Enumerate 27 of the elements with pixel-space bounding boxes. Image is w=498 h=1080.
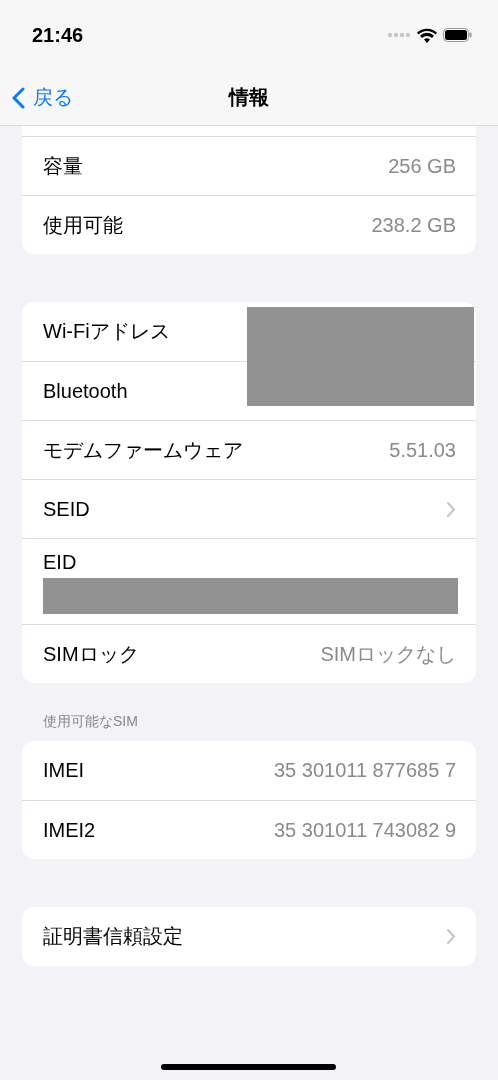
chevron-icon <box>446 500 456 518</box>
chevron-icon <box>446 928 456 945</box>
battery-icon <box>443 28 472 42</box>
row-value: 238.2 GB <box>371 213 456 237</box>
back-button[interactable]: 戻る <box>0 84 73 111</box>
row-label: Wi-Fiアドレス <box>43 319 170 344</box>
row-label: 使用可能 <box>43 212 123 238</box>
nav-title: 情報 <box>229 85 269 110</box>
row-value: 35 301011 743082 9 <box>273 818 456 842</box>
row-value: 5.51.03 <box>389 438 456 462</box>
settings-row[interactable]: SEID <box>22 479 476 538</box>
row-value: 35 301011 877685 7 <box>273 759 456 782</box>
row-label: SIMロック <box>43 641 139 667</box>
row-value: 256 GB <box>388 154 456 178</box>
back-chevron-icon <box>12 86 25 109</box>
signal-icon <box>387 32 411 38</box>
row-label: モデムファームウェア <box>43 437 243 463</box>
row-label: 容量 <box>43 153 83 179</box>
settings-row[interactable]: 証明書信頼設定 <box>22 907 476 966</box>
row-label: Bluetooth <box>43 379 128 403</box>
row-label: EID <box>43 551 77 573</box>
status-time: 21:46 <box>32 23 84 47</box>
row-label: IMEI <box>43 759 85 782</box>
row-label: IMEI2 <box>43 818 96 842</box>
section-header: 使用可能なSIM <box>42 712 139 731</box>
wifi-icon <box>417 27 437 43</box>
row-value: SIMロックなし <box>320 641 456 667</box>
